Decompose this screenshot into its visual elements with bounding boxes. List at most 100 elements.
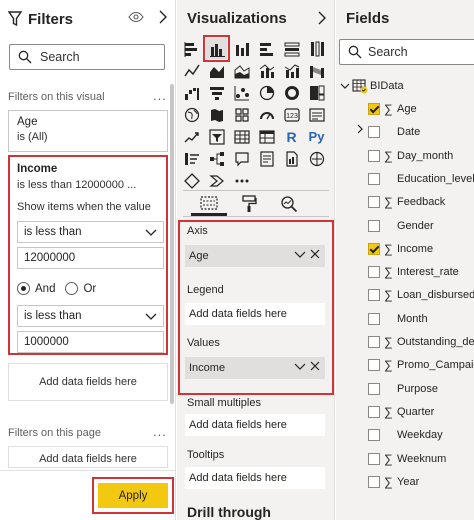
close-icon[interactable]	[309, 248, 321, 260]
matrix-icon[interactable]	[256, 126, 277, 147]
funnel-chart-icon[interactable]	[206, 82, 227, 103]
field-item[interactable]: ∑ Weeknum	[368, 449, 446, 469]
map-icon[interactable]	[181, 104, 202, 125]
r-visual-icon[interactable]: R	[281, 126, 302, 147]
100-stacked-column-chart-icon[interactable]	[306, 38, 327, 59]
kpi-icon[interactable]	[181, 126, 202, 147]
multi-row-card-icon[interactable]	[306, 104, 327, 125]
tab-format[interactable]	[231, 192, 267, 216]
field-item[interactable]: ∑ Loan_disbursed	[368, 285, 474, 305]
field-item[interactable]: ∑ Outstanding_debt	[368, 332, 474, 352]
field-item[interactable]: Education_level	[368, 169, 474, 189]
stacked-area-chart-icon[interactable]	[231, 60, 252, 81]
smart-narrative-icon[interactable]	[256, 148, 277, 169]
qa-icon[interactable]	[231, 148, 252, 169]
field-item[interactable]: Purpose	[368, 379, 438, 399]
field-checkbox[interactable]	[368, 266, 380, 279]
line-chart-icon[interactable]	[181, 60, 202, 81]
field-checkbox[interactable]	[368, 219, 380, 232]
field-checkbox[interactable]	[368, 359, 380, 372]
waterfall-chart-icon[interactable]	[181, 82, 202, 103]
filter-card-age[interactable]: Age is (All)	[8, 110, 168, 152]
field-item[interactable]: ∑ Day_month	[368, 146, 453, 166]
chevron-down-icon[interactable]	[294, 248, 306, 260]
field-checkbox[interactable]	[368, 149, 380, 162]
eye-icon[interactable]	[128, 11, 144, 23]
slicer-icon[interactable]	[206, 126, 227, 147]
small-multiples-add-field-well[interactable]: Add data fields here	[185, 414, 325, 436]
or-radio[interactable]	[65, 282, 79, 295]
more-options-icon[interactable]: ...	[153, 88, 167, 103]
100-stacked-bar-chart-icon[interactable]	[281, 38, 302, 59]
close-icon[interactable]	[309, 360, 321, 372]
card-icon[interactable]: 123	[281, 104, 302, 125]
field-checkbox[interactable]	[368, 452, 380, 465]
filters-scrollbar[interactable]	[170, 84, 174, 404]
add-page-filter-well[interactable]: Add data fields here	[8, 446, 168, 468]
field-checkbox[interactable]	[368, 405, 380, 418]
arcgis-map-icon[interactable]	[306, 148, 327, 169]
field-checkbox[interactable]	[368, 289, 380, 302]
table-icon[interactable]	[231, 126, 252, 147]
more-options-icon[interactable]: ...	[153, 424, 167, 439]
value-2-input[interactable]: 1000000	[17, 331, 164, 353]
key-influencers-icon[interactable]	[181, 148, 202, 169]
condition-2-dropdown[interactable]: is less than	[17, 305, 164, 327]
values-field-chip[interactable]: Income	[185, 357, 325, 379]
donut-chart-icon[interactable]	[281, 82, 302, 103]
apply-button[interactable]: Apply	[98, 483, 168, 508]
power-apps-icon[interactable]	[181, 170, 202, 191]
and-radio[interactable]	[17, 282, 30, 295]
field-item[interactable]: Month	[368, 309, 428, 329]
clustered-column-chart-icon[interactable]	[203, 35, 230, 62]
line-and-stacked-column-chart-icon[interactable]	[281, 60, 302, 81]
field-item[interactable]: ∑ Interest_rate	[368, 262, 459, 282]
tooltips-add-field-well[interactable]: Add data fields here	[185, 467, 325, 489]
field-item[interactable]: Gender	[368, 216, 434, 236]
clustered-bar-chart-icon[interactable]	[256, 38, 277, 59]
field-item[interactable]: Weekday	[368, 425, 443, 445]
expand-chevron-icon[interactable]	[317, 11, 327, 25]
treemap-icon[interactable]	[306, 82, 327, 103]
field-item[interactable]: ∑ Age	[368, 99, 417, 119]
field-checkbox[interactable]	[368, 172, 380, 185]
power-automate-icon[interactable]	[206, 170, 227, 191]
field-checkbox[interactable]	[368, 336, 380, 348]
stacked-bar-chart-icon[interactable]	[181, 38, 202, 59]
more-visuals-icon[interactable]	[231, 170, 252, 191]
tab-fields[interactable]	[191, 192, 227, 216]
scatter-chart-icon[interactable]	[231, 82, 252, 103]
field-checkbox[interactable]	[368, 475, 380, 488]
decomposition-tree-icon[interactable]	[206, 148, 227, 169]
fields-search-input[interactable]: Search	[339, 39, 474, 65]
tab-analytics[interactable]	[271, 192, 307, 216]
chevron-right-icon[interactable]	[356, 124, 364, 134]
pie-chart-icon[interactable]	[256, 82, 277, 103]
python-visual-icon[interactable]: Py	[306, 126, 327, 147]
chevron-down-icon[interactable]	[340, 81, 350, 91]
filled-map-icon[interactable]	[206, 104, 227, 125]
chevron-down-icon[interactable]	[294, 360, 306, 372]
gauge-icon[interactable]	[256, 104, 277, 125]
field-item[interactable]: Date	[368, 122, 420, 142]
condition-1-dropdown[interactable]: is less than	[17, 221, 164, 243]
field-item[interactable]: ∑ Quarter	[368, 402, 434, 422]
stacked-column-chart-icon[interactable]	[231, 38, 252, 59]
field-checkbox[interactable]	[368, 103, 380, 115]
value-1-input[interactable]: 12000000	[17, 247, 164, 269]
ribbon-chart-icon[interactable]	[306, 60, 327, 81]
filters-search-input[interactable]: Search	[9, 44, 165, 70]
collapse-chevron-icon[interactable]	[158, 10, 168, 24]
field-checkbox[interactable]	[368, 242, 380, 255]
axis-field-chip[interactable]: Age	[185, 245, 325, 267]
legend-add-field-well[interactable]: Add data fields here	[185, 303, 325, 325]
field-checkbox[interactable]	[368, 312, 380, 325]
field-item[interactable]: ∑ Income	[368, 239, 433, 259]
field-checkbox[interactable]	[368, 429, 380, 442]
field-item[interactable]: ∑ Promo_Campaign	[368, 355, 474, 375]
line-and-column-chart-icon[interactable]	[256, 60, 277, 81]
area-chart-icon[interactable]	[206, 60, 227, 81]
paginated-report-icon[interactable]	[281, 148, 302, 169]
field-checkbox[interactable]	[368, 382, 380, 395]
table-node-bidata[interactable]: BIData	[340, 78, 404, 94]
